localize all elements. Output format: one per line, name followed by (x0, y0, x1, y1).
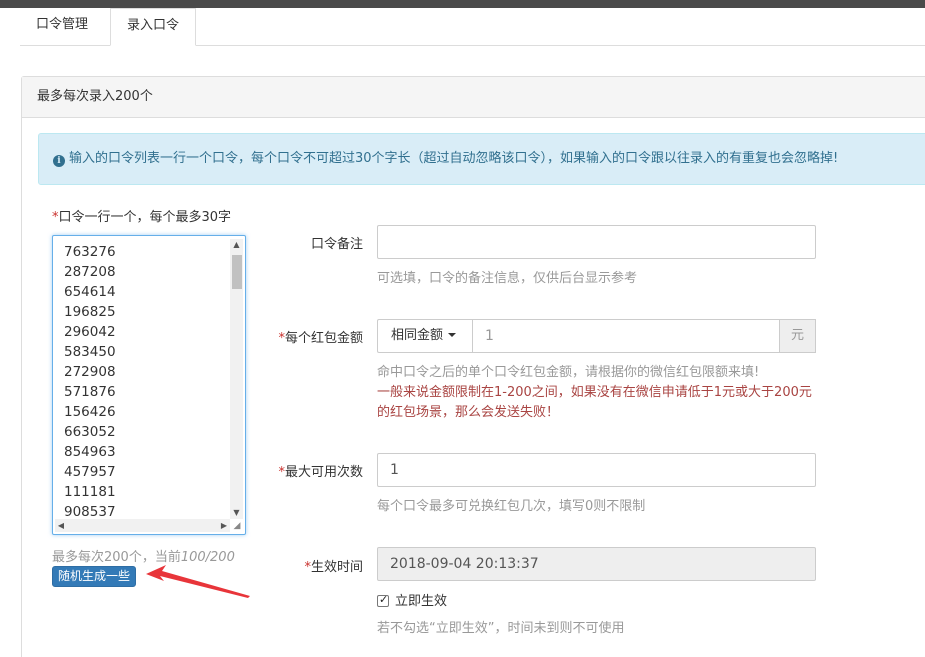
codes-label: *口令一行一个，每个最多30字 (52, 210, 232, 225)
random-generate-button[interactable]: 随机生成一些 (52, 566, 136, 587)
effective-time-input[interactable]: 2018-09-04 20:13:37 (377, 547, 816, 581)
scroll-up-icon[interactable]: ▲ (230, 239, 243, 251)
remark-input[interactable] (377, 225, 816, 259)
max-uses-input[interactable]: 1 (377, 453, 816, 487)
amount-mode-dropdown[interactable]: 相同金额 (377, 319, 472, 353)
immediate-effect-checkbox[interactable] (377, 593, 389, 607)
code-line: 111181 (64, 484, 116, 500)
max-uses-help: 每个口令最多可兑换红包几次，填写0则不限制 (377, 499, 646, 514)
code-line: 296042 (64, 324, 116, 340)
code-line: 763276 (64, 244, 116, 260)
remark-help: 可选填，口令的备注信息，仅供后台显示参考 (377, 271, 638, 286)
code-line: 196825 (64, 304, 116, 320)
effective-time-help: 若不勾选“立即生效”，时间未到则不可使用 (377, 621, 625, 636)
info-alert: i 输入的口令列表一行一个口令，每个口令不可超过30个字长（超过自动忽略该口令），… (38, 133, 925, 185)
annotation-arrow-icon (146, 565, 250, 598)
scroll-down-icon[interactable]: ▼ (230, 507, 243, 519)
code-line: 457957 (64, 464, 116, 480)
amount-label: *每个红包金额 (278, 331, 363, 346)
immediate-effect-label: 立即生效 (395, 594, 448, 609)
code-line: 156426 (64, 404, 116, 420)
code-line: 654614 (64, 284, 116, 300)
tab-code-management[interactable]: 口令管理 (20, 8, 104, 46)
tab-enter-codes[interactable]: 录入口令 (110, 8, 197, 46)
amount-help: 命中口令之后的单个口令红包金额，请根据你的微信红包限额来填! (377, 365, 760, 380)
scroll-left-icon[interactable]: ◀ (55, 519, 67, 532)
code-line: 663052 (64, 424, 116, 440)
amount-warning: 一般来说金额限制在1-200之间，如果没有在微信申请低于1元或大于200元的红包… (377, 385, 812, 420)
tab-bar: 口令管理 录入口令 (20, 8, 925, 46)
code-line: 571876 (64, 384, 116, 400)
code-line: 287208 (64, 264, 116, 280)
code-line: 583450 (64, 344, 116, 360)
horizontal-scrollbar[interactable]: ◀ ▶ (55, 519, 230, 532)
codes-textarea[interactable]: 763276 287208 654614 196825 296042 583450 2729… (52, 235, 246, 535)
resize-grip-icon[interactable]: ◢ (231, 520, 243, 532)
panel-heading: 最多每次录入200个 (22, 77, 925, 118)
amount-input[interactable]: 1 (472, 319, 780, 353)
alert-text: 输入的口令列表一行一个口令，每个口令不可超过30个字长（超过自动忽略该口令），如… (69, 151, 839, 166)
scroll-thumb[interactable] (232, 255, 242, 289)
effective-time-label: *生效时间 (304, 560, 363, 575)
code-line: 854963 (64, 444, 116, 460)
codes-list: 763276 287208 654614 196825 296042 583450 2729… (64, 242, 116, 522)
caret-down-icon (448, 333, 457, 337)
max-uses-label: *最大可用次数 (278, 465, 363, 480)
info-circle-icon: i (53, 155, 65, 167)
immediate-effect-checkbox-row[interactable]: 立即生效 (377, 590, 447, 609)
remark-label: 口令备注 (310, 237, 363, 252)
top-bar (0, 0, 925, 8)
scroll-right-icon[interactable]: ▶ (218, 519, 230, 532)
amount-unit: 元 (780, 319, 816, 353)
code-line: 272908 (64, 364, 116, 380)
vertical-scrollbar[interactable]: ▲ ▼ (230, 239, 243, 519)
